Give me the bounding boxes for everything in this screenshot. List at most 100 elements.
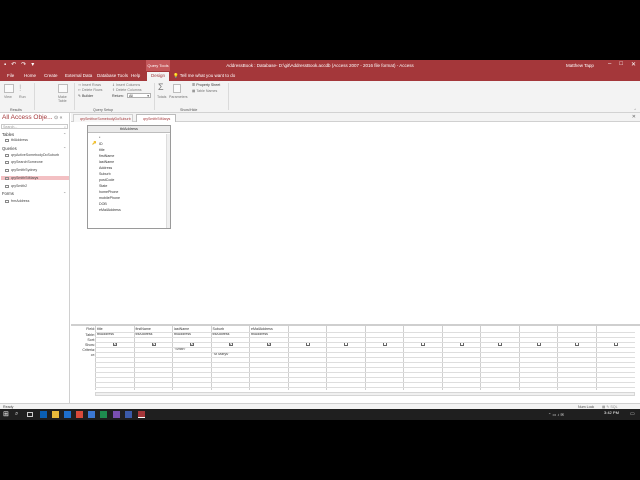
collapse-tables-icon[interactable]: ⌃	[63, 132, 66, 137]
search-icon[interactable]: ⌕	[15, 411, 22, 418]
nav-item-query-5[interactable]: qrySmith2	[5, 184, 27, 188]
grid-table-cell[interactable]: tblAddress	[174, 332, 191, 336]
field-list-tbladdress[interactable]: tblAddress * 🔑 ID title firstName lastName Add…	[87, 125, 171, 229]
grid-table-cell[interactable]: tblAddress	[136, 332, 153, 336]
parameters-button-label[interactable]: Parameters	[169, 95, 188, 99]
access-icon[interactable]	[138, 411, 145, 418]
grid-show-checkbox[interactable]	[459, 342, 464, 346]
maximize-icon[interactable]: □	[619, 61, 623, 68]
nav-search-input[interactable]: Search... ⌕	[1, 124, 68, 129]
nav-item-tbladdress[interactable]: tblAddress	[5, 138, 28, 142]
grid-table-cell[interactable]: tblAddress	[251, 332, 268, 336]
nav-item-frmaddress[interactable]: frmAddress	[5, 199, 29, 203]
tab-design[interactable]: Design	[147, 72, 170, 81]
nav-pane-header[interactable]: All Access Obje...	[2, 114, 53, 121]
excel-icon[interactable]	[100, 411, 107, 418]
parameters-icon[interactable]	[173, 84, 181, 93]
close-tab-icon[interactable]: ✕	[632, 114, 636, 120]
grid-column[interactable]	[326, 326, 364, 390]
grid-column[interactable]	[557, 326, 595, 390]
insert-columns-button[interactable]: ⇓ Insert Columns	[112, 83, 140, 87]
collapse-forms-icon[interactable]: ⌃	[63, 191, 66, 196]
view-icon[interactable]	[4, 84, 14, 93]
tab-help[interactable]: Help	[131, 73, 140, 78]
field-list-item[interactable]: eMailAddress	[99, 207, 121, 213]
return-dropdown[interactable]: All ▾	[127, 93, 151, 98]
make-table-icon[interactable]	[58, 84, 68, 93]
task-view-icon[interactable]	[27, 412, 33, 417]
grid-show-checkbox[interactable]: ✓	[190, 342, 194, 346]
grid-column[interactable]: Suburb tblAddress "St Marys" ✓	[210, 326, 249, 390]
doc-tab-1[interactable]: qrySmithorSomebodyDoSuburb	[73, 114, 133, 122]
tell-me-box[interactable]: 💡 Tell me what you want to do	[173, 73, 235, 79]
nav-menu-chevron-icon[interactable]: ⊙ «	[54, 115, 62, 121]
tab-file[interactable]: File	[7, 73, 14, 78]
nav-section-queries[interactable]: Queries	[2, 146, 17, 151]
grid-column[interactable]	[518, 326, 557, 390]
word-icon[interactable]	[88, 411, 95, 418]
grid-table-cell[interactable]: tblAddress	[213, 332, 230, 336]
grid-column[interactable]	[287, 326, 326, 390]
grid-field-cell[interactable]: firstName	[136, 327, 151, 331]
make-table-button[interactable]: Make Table	[58, 95, 72, 103]
table-names-button[interactable]: ▦ Table Names	[192, 89, 217, 93]
tab-database-tools[interactable]: Database Tools	[97, 73, 128, 78]
grid-show-checkbox[interactable]	[498, 342, 502, 346]
delete-columns-button[interactable]: ⇑ Delete Columns	[112, 88, 142, 92]
nav-section-forms[interactable]: Forms	[2, 191, 14, 196]
taskbar-clock[interactable]: 3:42 PM	[604, 411, 619, 415]
windows-start-icon[interactable]: ⊞	[3, 411, 10, 418]
edge-icon[interactable]	[40, 411, 47, 418]
grid-show-checkbox[interactable]	[613, 342, 618, 346]
grid-show-checkbox[interactable]: ✓	[228, 342, 233, 346]
grid-show-checkbox[interactable]: ✓	[113, 342, 117, 346]
tab-external-data[interactable]: External Data	[65, 73, 92, 78]
grid-criteria-cell[interactable]: "Smith"	[174, 347, 186, 351]
notifications-icon[interactable]: ▭	[630, 411, 637, 418]
doc-tab-2-active[interactable]: qrySmithStMarys	[136, 114, 176, 122]
delete-rows-button[interactable]: ⇐ Delete Rows	[78, 88, 102, 92]
grid-column[interactable]	[480, 326, 518, 390]
user-name[interactable]: Matthew Tapp	[566, 63, 594, 68]
grid-show-checkbox[interactable]: ✓	[151, 342, 156, 346]
collapse-queries-icon[interactable]: ⌃	[63, 146, 66, 151]
grid-show-checkbox[interactable]	[344, 342, 348, 346]
grid-field-cell[interactable]: lastName	[174, 327, 189, 331]
grid-show-checkbox[interactable]	[536, 342, 541, 346]
insert-rows-button[interactable]: ⇒ Insert Rows	[78, 83, 101, 87]
close-icon[interactable]: ✕	[631, 61, 636, 68]
grid-field-cell[interactable]: Suburb	[213, 327, 225, 331]
totals-icon[interactable]: Σ	[158, 82, 164, 92]
nav-item-query-1[interactable]: qryActiveSomebodyDoSuburb	[5, 153, 59, 157]
grid-or-cell[interactable]: "St Marys"	[213, 352, 230, 356]
chrome-icon[interactable]	[76, 411, 83, 418]
totals-button-label[interactable]: Totals	[157, 95, 166, 99]
tab-home[interactable]: Home	[24, 73, 36, 78]
grid-show-checkbox[interactable]	[575, 342, 579, 346]
builder-button[interactable]: ✎ Builder	[78, 94, 93, 98]
nav-item-query-2[interactable]: qrySearchSomeone	[5, 160, 43, 164]
grid-field-cell[interactable]: title	[97, 327, 103, 331]
grid-table-cell[interactable]: tblAddress	[97, 332, 114, 336]
grid-show-checkbox[interactable]	[382, 342, 387, 346]
field-list-title[interactable]: tblAddress	[88, 126, 170, 133]
grid-show-checkbox[interactable]	[305, 342, 310, 346]
system-tray-icons[interactable]: ⌃ ▭ ♪ ✉	[548, 412, 564, 417]
grid-column[interactable]	[364, 326, 403, 390]
visual-studio-icon[interactable]	[113, 411, 120, 418]
grid-show-checkbox[interactable]	[421, 342, 425, 346]
grid-column[interactable]	[595, 326, 634, 390]
grid-column[interactable]	[403, 326, 441, 390]
grid-column[interactable]: eMailAddress tblAddress ✓	[249, 326, 287, 390]
collapse-ribbon-icon[interactable]: ^	[634, 108, 636, 112]
grid-column[interactable]: title tblAddress ✓	[95, 326, 133, 390]
field-list-scrollbar[interactable]	[166, 134, 170, 228]
property-sheet-button[interactable]: ☰ Property Sheet	[192, 83, 220, 87]
view-button-label[interactable]: View	[4, 95, 12, 99]
grid-show-checkbox[interactable]: ✓	[267, 342, 271, 346]
minimize-icon[interactable]: –	[608, 61, 611, 68]
grid-column[interactable]	[441, 326, 480, 390]
file-explorer-icon[interactable]	[52, 411, 59, 418]
grid-column[interactable]: firstName tblAddress ✓	[133, 326, 172, 390]
nav-item-query-4-selected[interactable]: qrySmithStMarys	[1, 176, 69, 180]
